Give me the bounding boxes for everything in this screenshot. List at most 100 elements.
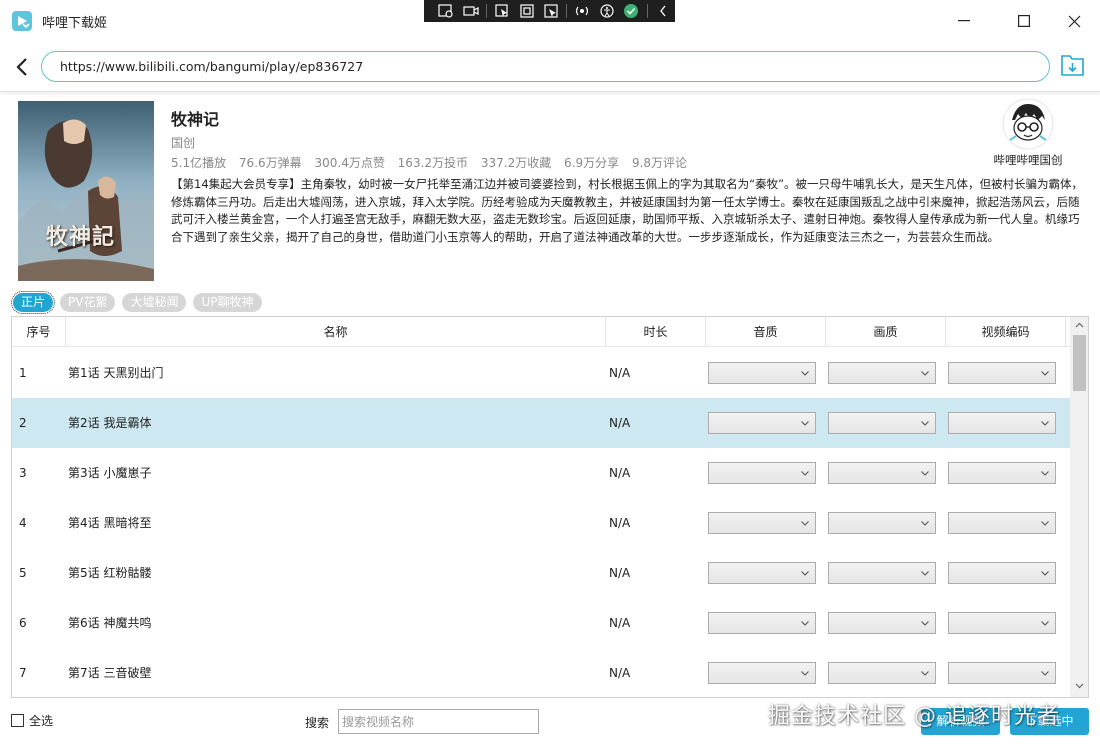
tab-daxu[interactable]: 大墟秘闻 <box>122 293 187 312</box>
table-row[interactable]: 4 第4话 黑暗将至 N/A <box>12 498 1070 548</box>
episode-duration: N/A <box>609 416 631 430</box>
checkbox-box[interactable] <box>11 714 24 727</box>
row-number: 6 <box>19 616 27 630</box>
search-input[interactable] <box>338 709 539 734</box>
video-title: 牧神记 <box>171 110 220 129</box>
collapse-toolbar-icon[interactable] <box>651 0 675 22</box>
tab-pv[interactable]: PV花絮 <box>60 293 116 312</box>
video-cover-image: 牧神記 <box>18 101 154 281</box>
audio-quality-select[interactable] <box>708 462 816 484</box>
column-header-audio[interactable]: 音质 <box>706 317 826 347</box>
episode-name: 第7话 三音破壁 <box>68 666 152 680</box>
scroll-up-icon[interactable] <box>1075 322 1084 328</box>
episode-name: 第3话 小魔崽子 <box>68 466 152 480</box>
audio-quality-select[interactable] <box>708 412 816 434</box>
video-codec-select[interactable] <box>948 412 1056 434</box>
audio-icon[interactable] <box>570 0 594 22</box>
tab-main[interactable]: 正片 <box>10 291 56 314</box>
table-row[interactable]: 6 第6话 神魔共鸣 N/A <box>12 598 1070 648</box>
episode-name: 第2话 我是霸体 <box>68 416 152 430</box>
toolbar-divider <box>646 4 648 18</box>
chevron-down-icon <box>1041 571 1049 576</box>
minimize-button[interactable] <box>944 8 984 34</box>
table-row[interactable]: 3 第3话 小魔崽子 N/A <box>12 448 1070 498</box>
cover-logo-text: 牧神記 <box>46 224 116 250</box>
window-capture-icon[interactable] <box>514 0 538 22</box>
chevron-down-icon <box>921 671 929 676</box>
audio-quality-select[interactable] <box>708 512 816 534</box>
column-header-codec[interactable]: 视频编码 <box>946 317 1066 347</box>
chevron-down-icon <box>801 521 809 526</box>
url-input[interactable] <box>41 51 1050 82</box>
coin-count: 163.2万投币 <box>397 156 469 170</box>
column-header-quality[interactable]: 画质 <box>826 317 946 347</box>
download-selected-button[interactable]: 下载选中 <box>1010 708 1089 735</box>
video-quality-select[interactable] <box>828 662 936 684</box>
video-codec-select[interactable] <box>948 512 1056 534</box>
tab-up-talk[interactable]: UP聊牧神 <box>193 293 262 312</box>
scroll-down-icon[interactable] <box>1075 683 1084 689</box>
video-codec-select[interactable] <box>948 362 1056 384</box>
audio-quality-select[interactable] <box>708 562 816 584</box>
screenshot-icon[interactable] <box>434 0 458 22</box>
episode-name: 第5话 红粉骷髅 <box>68 566 152 580</box>
maximize-button[interactable] <box>1004 8 1044 34</box>
row-number: 7 <box>19 666 27 680</box>
chevron-down-icon <box>801 421 809 426</box>
video-quality-select[interactable] <box>828 362 936 384</box>
uploader-name[interactable]: 哔哩哔哩国创 <box>990 152 1066 168</box>
uploader-avatar[interactable] <box>1002 98 1054 150</box>
accessibility-icon[interactable] <box>595 0 619 22</box>
table-row[interactable]: 7 第7话 三音破壁 N/A <box>12 648 1070 697</box>
confirm-icon[interactable] <box>619 0 643 22</box>
chevron-down-icon <box>801 671 809 676</box>
video-codec-select[interactable] <box>948 662 1056 684</box>
column-header-name[interactable]: 名称 <box>66 317 606 347</box>
back-button[interactable] <box>13 56 33 78</box>
scrollbar-thumb[interactable] <box>1073 335 1086 391</box>
toolbar-divider <box>485 4 487 18</box>
video-quality-select[interactable] <box>828 512 936 534</box>
section-tabs: 正片 PV花絮 大墟秘闻 UP聊牧神 <box>10 291 262 314</box>
episode-duration: N/A <box>609 666 631 680</box>
share-count: 6.9万分享 <box>564 156 620 170</box>
toolbar-divider <box>566 4 568 18</box>
episode-duration: N/A <box>609 566 631 580</box>
table-row[interactable]: 2 第2话 我是霸体 N/A <box>12 398 1070 448</box>
video-codec-select[interactable] <box>948 562 1056 584</box>
video-quality-select[interactable] <box>828 562 936 584</box>
column-header-no[interactable]: 序号 <box>12 317 66 347</box>
video-codec-select[interactable] <box>948 612 1056 634</box>
episode-duration: N/A <box>609 616 631 630</box>
video-quality-select[interactable] <box>828 462 936 484</box>
fullscreen-capture-icon[interactable] <box>539 0 563 22</box>
chevron-down-icon <box>1041 471 1049 476</box>
uploader-info[interactable]: 哔哩哔哩国创 <box>990 98 1066 168</box>
vertical-scrollbar[interactable] <box>1070 317 1088 697</box>
chevron-down-icon <box>921 521 929 526</box>
column-header-duration[interactable]: 时长 <box>606 317 706 347</box>
search-label: 搜索 <box>305 716 330 730</box>
select-all-checkbox[interactable]: 全选 <box>11 712 53 729</box>
table-row[interactable]: 5 第5话 红粉骷髅 N/A <box>12 548 1070 598</box>
record-video-icon[interactable] <box>458 0 482 22</box>
comment-count: 9.8万评论 <box>631 156 688 170</box>
danmaku-count: 76.6万弹幕 <box>238 156 302 170</box>
video-quality-select[interactable] <box>828 612 936 634</box>
parse-video-button[interactable]: 解析视频 <box>921 708 1000 735</box>
favorite-count: 337.2万收藏 <box>480 156 552 170</box>
video-codec-select[interactable] <box>948 462 1056 484</box>
play-count: 5.1亿播放 <box>171 156 227 170</box>
table-row[interactable]: 1 第1话 天黑别出门 N/A <box>12 348 1070 398</box>
video-quality-select[interactable] <box>828 412 936 434</box>
close-button[interactable] <box>1054 8 1094 34</box>
audio-quality-select[interactable] <box>708 612 816 634</box>
episode-name: 第6话 神魔共鸣 <box>68 616 152 630</box>
download-manager-button[interactable] <box>1060 54 1086 78</box>
select-region-icon[interactable] <box>490 0 514 22</box>
title-bar: 哔哩下载姬 <box>0 0 1100 42</box>
episode-duration: N/A <box>609 366 631 380</box>
audio-quality-select[interactable] <box>708 362 816 384</box>
audio-quality-select[interactable] <box>708 662 816 684</box>
chevron-down-icon <box>801 371 809 376</box>
